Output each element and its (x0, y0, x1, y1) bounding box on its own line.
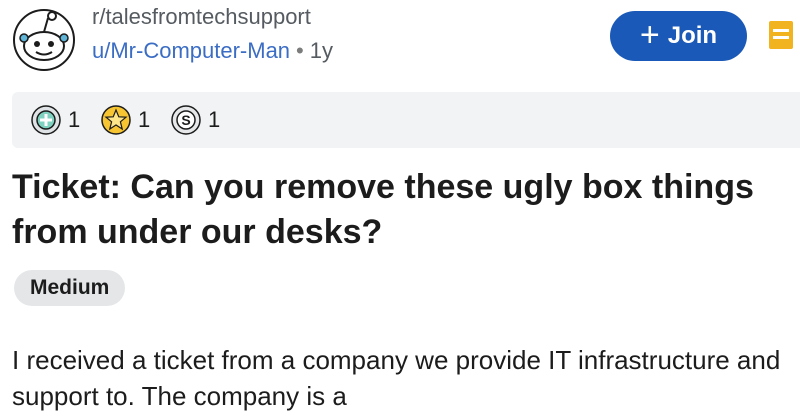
save-icon[interactable] (768, 20, 794, 50)
post-body: I received a ticket from a company we pr… (12, 345, 781, 411)
post-header: r/talesfromtechsupport u/Mr-Computer-Man… (0, 0, 800, 82)
award-silver[interactable]: S 1 (170, 102, 220, 138)
post-flair[interactable]: Medium (14, 270, 126, 306)
helpful-award-icon (31, 105, 61, 135)
post-meta: u/Mr-Computer-Man • 1y (92, 38, 333, 64)
meta-separator: • (296, 38, 304, 63)
join-label: Join (667, 22, 718, 49)
award-helpful[interactable]: 1 (30, 102, 80, 138)
svg-text:S: S (181, 112, 190, 128)
silver-award-icon: S (171, 105, 201, 135)
award-count: 1 (68, 107, 81, 132)
award-gold[interactable]: 1 (100, 102, 150, 138)
award-count: 1 (208, 107, 221, 132)
subreddit-name[interactable]: r/talesfromtechsupport (92, 4, 311, 30)
award-count: 1 (138, 107, 151, 132)
join-button[interactable]: + Join (610, 11, 747, 61)
post-title[interactable]: Ticket: Can you remove these ugly box th… (12, 165, 782, 255)
post-age: 1y (309, 38, 333, 63)
gold-award-icon (101, 105, 131, 135)
snoo-avatar-icon[interactable] (10, 4, 78, 72)
author-link[interactable]: u/Mr-Computer-Man (92, 38, 290, 63)
plus-icon: + (639, 15, 660, 54)
awards-bar: 1 1 S 1 (12, 92, 800, 148)
